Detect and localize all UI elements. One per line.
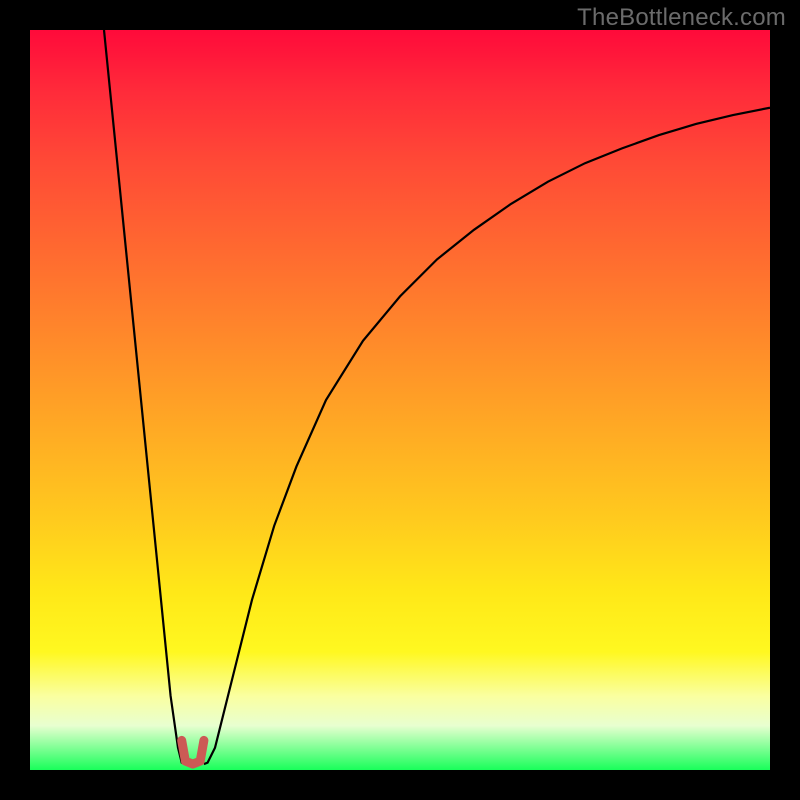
watermark-text: TheBottleneck.com (577, 4, 786, 32)
plot-area (30, 30, 770, 770)
outer-frame: TheBottleneck.com (0, 0, 800, 800)
left-branch-curve (104, 30, 189, 764)
valley-marker-curve (182, 740, 204, 764)
curve-layer (30, 30, 770, 770)
right-branch-curve (204, 108, 770, 764)
